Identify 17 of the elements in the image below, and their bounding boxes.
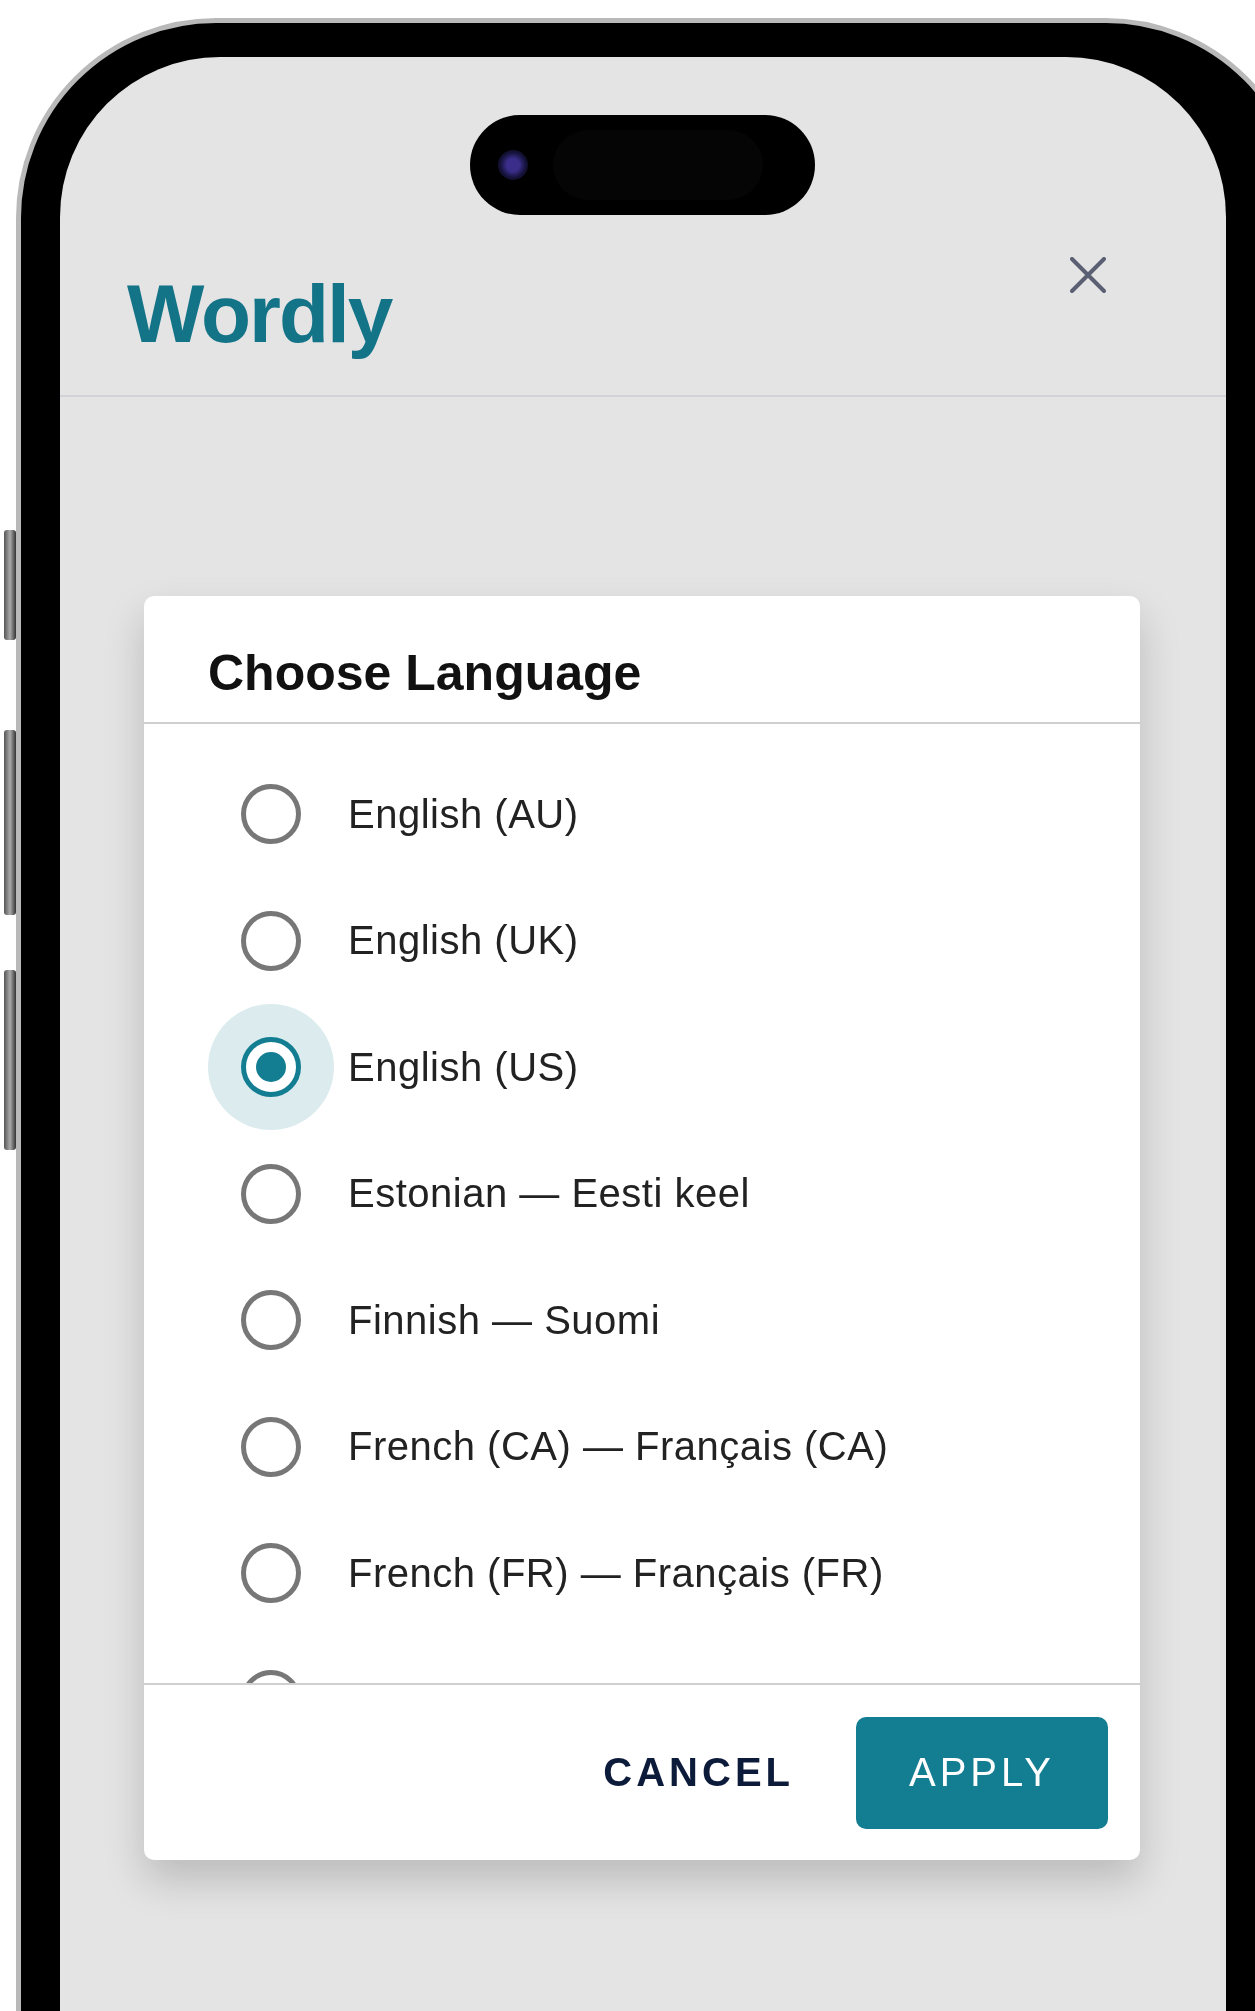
- close-icon[interactable]: [1070, 257, 1106, 293]
- language-option[interactable]: English (UK): [348, 918, 579, 964]
- radio-button[interactable]: [241, 1543, 301, 1604]
- apply-button[interactable]: APPLY: [856, 1716, 1108, 1829]
- language-option[interactable]: French (CA) — Français (CA): [348, 1424, 889, 1470]
- language-option[interactable]: English (AU): [348, 791, 579, 837]
- radio-button[interactable]: [241, 910, 301, 971]
- radio-button[interactable]: [241, 1290, 301, 1351]
- language-option[interactable]: Estonian — Eesti keel: [348, 1171, 750, 1217]
- cancel-button[interactable]: CANCEL: [591, 1730, 806, 1815]
- language-option[interactable]: English (US): [348, 1044, 579, 1090]
- radio-button[interactable]: [241, 784, 301, 845]
- dialog-title: Choose Language: [144, 596, 1140, 724]
- language-option[interactable]: Finnish — Suomi: [348, 1297, 661, 1343]
- radio-button[interactable]: [241, 1163, 301, 1224]
- language-option[interactable]: French (FR) — Français (FR): [348, 1550, 884, 1596]
- radio-button[interactable]: [241, 1416, 301, 1477]
